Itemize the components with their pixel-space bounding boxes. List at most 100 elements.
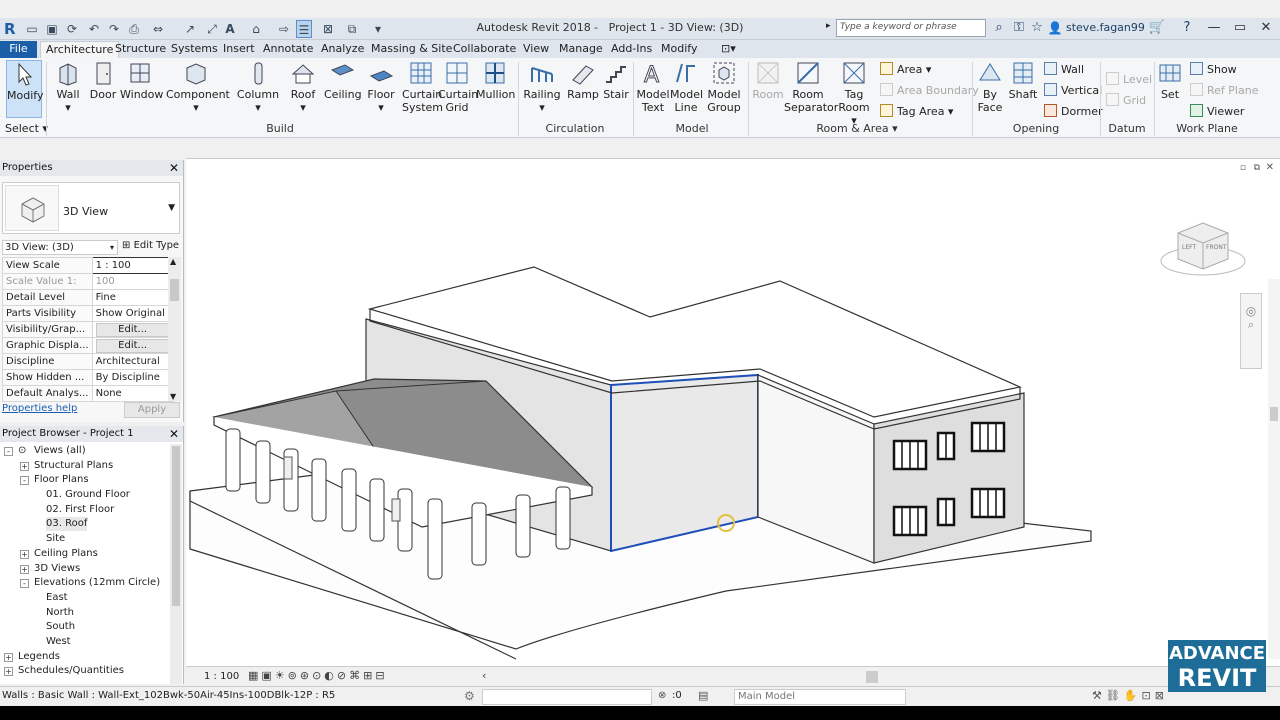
close-button[interactable]: ✕ <box>1252 18 1280 38</box>
properties-scrollbar[interactable]: ▲ ▼ <box>168 257 181 401</box>
door-button[interactable]: Door <box>88 60 118 101</box>
close-icon[interactable]: ✕ <box>169 160 179 176</box>
properties-help-link[interactable]: Properties help <box>2 403 77 414</box>
model-group-button[interactable]: Model Group <box>706 60 742 114</box>
apply-button[interactable]: Apply <box>124 402 180 418</box>
property-value[interactable]: By Discipline <box>91 369 174 386</box>
area-button[interactable]: Area ▾ <box>880 62 931 77</box>
thin-lines-icon[interactable]: ☰ <box>296 20 312 38</box>
expand-icon[interactable]: + <box>20 461 29 471</box>
scroll-left-icon[interactable]: ‹ <box>482 669 486 682</box>
room-area-group-label[interactable]: Room & Area ▾ <box>812 122 902 135</box>
floor-button[interactable]: Floor ▾ <box>364 60 398 114</box>
user-name[interactable]: steve.fagan99 <box>1066 21 1145 34</box>
by-face-button[interactable]: By Face <box>976 60 1004 114</box>
column-button[interactable]: Column ▾ <box>236 60 280 114</box>
edit-type-button[interactable]: ⊞ Edit Type <box>122 240 179 251</box>
edit-button-cell[interactable]: Edit... <box>91 321 174 338</box>
area-boundary-button[interactable]: Area Boundary <box>880 83 979 98</box>
3d-view-icon[interactable]: ⌂ <box>248 20 264 38</box>
component-button[interactable]: Component ▾ <box>166 60 230 114</box>
view-cube[interactable]: LEFT FRONT <box>1158 203 1248 283</box>
set-workplane-button[interactable]: Set <box>1156 60 1184 101</box>
subscription-icon[interactable]: ⚿ <box>1010 19 1028 37</box>
workset-dropdown[interactable] <box>482 689 652 705</box>
roof-button[interactable]: Roof ▾ <box>286 60 320 114</box>
property-row[interactable]: Default Analys... None <box>2 385 174 402</box>
room-button[interactable]: Room <box>752 60 784 101</box>
tab-file[interactable]: File <box>0 41 37 58</box>
curtain-system-button[interactable]: Curtain System <box>402 60 443 114</box>
level-button[interactable]: Level <box>1106 72 1152 87</box>
browser-item[interactable]: 03. Roof <box>0 517 168 532</box>
show-workplane-button[interactable]: Show <box>1190 62 1237 77</box>
close-hidden-icon[interactable]: ⊠ <box>320 20 336 38</box>
collapse-icon[interactable]: - <box>20 579 29 589</box>
property-row[interactable]: Show Hidden ... By Discipline <box>2 369 174 386</box>
save-icon[interactable]: ▣ <box>44 20 60 38</box>
tag-room-button[interactable]: Tag Room ▾ <box>836 60 872 127</box>
maximize-button[interactable]: ▭ <box>1226 18 1254 38</box>
zoom-icon[interactable]: ⌕ <box>1241 318 1261 332</box>
property-row[interactable]: Parts Visibility Show Original <box>2 305 174 322</box>
section-icon[interactable]: ⇨ <box>276 20 292 38</box>
property-row[interactable]: View Scale 1 : 100 <box>2 257 174 274</box>
view-instance-selector[interactable]: 3D View: (3D) ▾ <box>2 240 118 255</box>
text-icon[interactable]: A <box>222 20 238 38</box>
3d-view-canvas[interactable]: ▫ ⧉ ✕ LEFT FRONT ◎ ⌕ <box>186 158 1280 666</box>
browser-item[interactable]: + Legends <box>0 650 168 665</box>
browser-item[interactable]: + Schedules/Quantities <box>0 664 168 679</box>
tab-manage[interactable]: Manage <box>554 41 608 58</box>
dormer-button[interactable]: Dormer <box>1044 104 1103 119</box>
model-line-button[interactable]: Model Line <box>670 60 703 114</box>
model-text-button[interactable]: A Model Text <box>636 60 670 115</box>
browser-item[interactable]: South <box>0 620 168 635</box>
ref-plane-button[interactable]: Ref Plane <box>1190 83 1258 98</box>
window-button[interactable]: Window <box>120 60 163 101</box>
redo-icon[interactable]: ↷ <box>106 20 122 38</box>
edit-button[interactable]: Edit... <box>95 322 170 337</box>
cart-icon[interactable]: 🛒 <box>1148 19 1166 37</box>
property-value[interactable]: None <box>91 385 174 402</box>
browser-item[interactable]: Site <box>0 532 168 547</box>
tab-massing-site[interactable]: Massing & Site <box>366 41 457 58</box>
property-value[interactable]: Fine <box>91 289 174 306</box>
ceiling-button[interactable]: Ceiling <box>324 60 362 101</box>
undo-icon[interactable]: ↶ <box>86 20 102 38</box>
tab-add-ins[interactable]: Add-Ins <box>606 41 657 58</box>
search-icon[interactable]: ⌕ <box>990 19 1008 37</box>
revit-logo-icon[interactable]: R <box>4 20 18 38</box>
horizontal-scroll-thumb[interactable] <box>866 671 878 683</box>
close-icon[interactable]: ✕ <box>169 426 179 442</box>
property-row[interactable]: Detail Level Fine <box>2 289 174 306</box>
browser-item[interactable]: + Ceiling Plans <box>0 547 168 562</box>
ribbon-minimize-icon[interactable]: ⊡▾ <box>716 41 741 58</box>
ramp-button[interactable]: Ramp <box>566 60 600 101</box>
property-row[interactable]: Discipline Architectural <box>2 353 174 370</box>
expand-icon[interactable]: + <box>4 667 13 677</box>
qat-dropdown-icon[interactable]: ▾ <box>370 20 386 38</box>
stair-button[interactable]: Stair <box>600 60 632 101</box>
browser-item[interactable]: North <box>0 606 168 621</box>
type-selector[interactable]: 3D View ▼ <box>2 182 180 234</box>
help-icon[interactable]: ? <box>1178 19 1196 37</box>
view-control-icons[interactable]: ▦▣☀⊚⊛⊙◐⊘⌘⊞⊟ <box>248 669 388 682</box>
browser-item[interactable]: - Floor Plans <box>0 473 168 488</box>
railing-button[interactable]: Railing ▾ <box>522 60 562 114</box>
modify-button[interactable]: Modify <box>6 60 43 118</box>
steering-wheel-icon[interactable]: ◎ <box>1241 304 1261 318</box>
mullion-button[interactable]: Mullion <box>476 60 515 101</box>
expand-icon[interactable]: + <box>4 652 13 662</box>
property-row[interactable]: Visibility/Grap... Edit... <box>2 321 174 338</box>
tab-systems[interactable]: Systems <box>166 41 223 58</box>
curtain-grid-button[interactable]: Curtain Grid <box>438 60 478 114</box>
sync-icon[interactable]: ⟳ <box>64 20 80 38</box>
user-icon[interactable]: 👤 <box>1046 19 1064 37</box>
search-expand-icon[interactable]: ▸ <box>826 21 831 31</box>
measure-icon[interactable]: ⇔ <box>150 20 166 38</box>
dimension-icon[interactable]: ↗ <box>182 20 198 38</box>
browser-item[interactable]: + Structural Plans <box>0 459 168 474</box>
browser-item[interactable]: +3D Views <box>0 562 168 577</box>
view-scale[interactable]: 1 : 100 <box>204 671 239 682</box>
property-row[interactable]: Graphic Displa... Edit... <box>2 337 174 354</box>
